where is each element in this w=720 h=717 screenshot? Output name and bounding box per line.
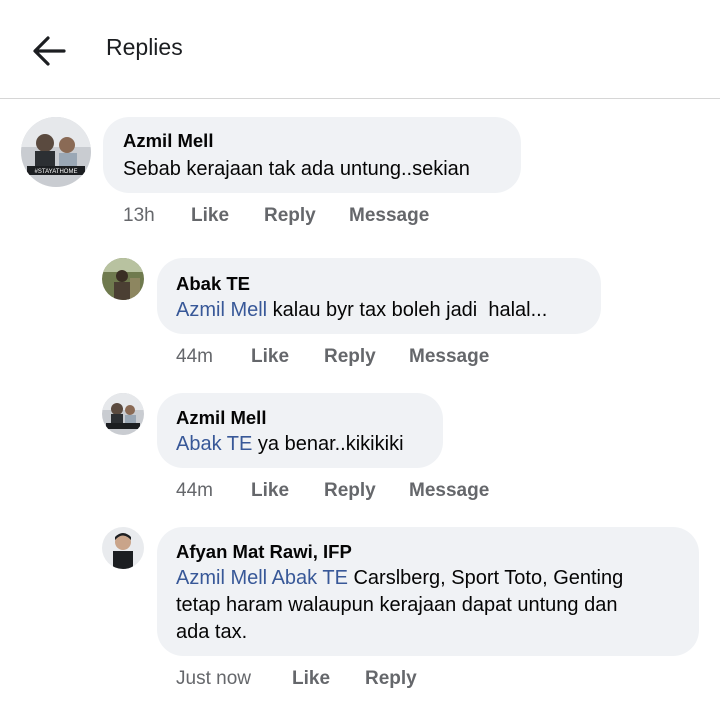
comment-text: Abak TE ya benar..kikikiki xyxy=(176,431,404,458)
like-button[interactable]: Like xyxy=(191,205,229,227)
comment-text: Sebab kerajaan tak ada untung..sekian xyxy=(123,158,470,180)
comment-text-line1: Carslberg, Sport Toto, Genting xyxy=(347,567,624,589)
comment-bubble: Abak TE Azmil Mell kalau byr tax boleh j… xyxy=(157,258,601,334)
comment-author[interactable]: Azmil Mell xyxy=(176,407,266,429)
message-button[interactable]: Message xyxy=(409,480,489,502)
comment-author[interactable]: Abak TE xyxy=(176,273,250,295)
reply-button[interactable]: Reply xyxy=(264,205,316,227)
comment-text-line3: ada tax. xyxy=(176,621,248,643)
like-button[interactable]: Like xyxy=(251,480,289,502)
comment-time: Just now xyxy=(176,668,251,689)
reply-button[interactable]: Reply xyxy=(324,480,376,502)
comment-bubble: Azmil Mell Abak TE ya benar..kikikiki xyxy=(157,393,443,468)
comment-text: Azmil Mell kalau byr tax boleh jadi hala… xyxy=(176,297,547,324)
mention-link[interactable]: Azmil Mell xyxy=(176,299,267,321)
page-title: Replies xyxy=(106,34,183,60)
mention-link[interactable]: Azmil Mell Abak TE xyxy=(176,567,348,589)
mention-link[interactable]: Abak TE xyxy=(176,433,252,455)
comment-author[interactable]: Afyan Mat Rawi, IFP xyxy=(176,541,352,563)
comment-text-body: kalau byr tax boleh jadi halal... xyxy=(267,299,548,321)
reply-button[interactable]: Reply xyxy=(324,346,376,368)
reply-button[interactable]: Reply xyxy=(365,668,417,690)
top-bar: Replies xyxy=(0,0,720,99)
comment-text: Azmil Mell Abak TE Carslberg, Sport Toto… xyxy=(176,565,623,646)
message-button[interactable]: Message xyxy=(349,205,429,227)
avatar[interactable] xyxy=(102,527,144,569)
comment-bubble: Azmil Mell Sebab kerajaan tak ada untung… xyxy=(103,117,521,193)
avatar[interactable]: #STAYATHOME xyxy=(21,117,91,187)
avatar[interactable] xyxy=(102,393,144,435)
back-arrow-icon[interactable] xyxy=(30,32,68,70)
avatar-caption: #STAYATHOME xyxy=(35,169,78,175)
avatar[interactable] xyxy=(102,258,144,300)
comment-author[interactable]: Azmil Mell xyxy=(123,130,213,152)
message-button[interactable]: Message xyxy=(409,346,489,368)
comment-time: 44m xyxy=(176,480,213,501)
comment-time: 44m xyxy=(176,346,213,367)
like-button[interactable]: Like xyxy=(292,668,330,690)
comment-text-body: ya benar..kikikiki xyxy=(252,433,404,455)
comment-text-line2: tetap haram walaupun kerajaan dapat untu… xyxy=(176,594,618,616)
comment-time: 13h xyxy=(123,205,155,226)
like-button[interactable]: Like xyxy=(251,346,289,368)
comment-bubble: Afyan Mat Rawi, IFP Azmil Mell Abak TE C… xyxy=(157,527,699,656)
